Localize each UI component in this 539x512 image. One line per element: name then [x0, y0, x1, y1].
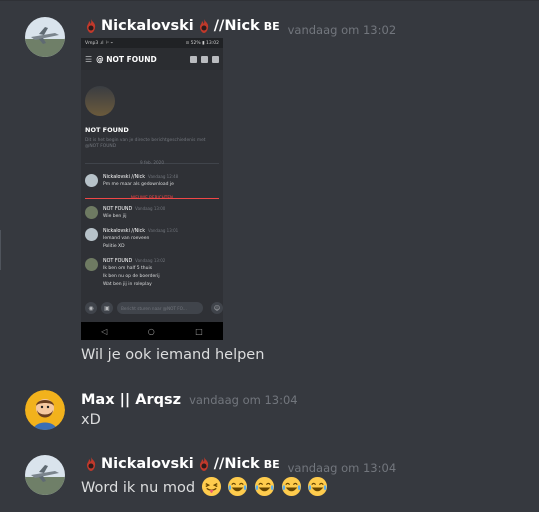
phone-avatar — [85, 258, 98, 271]
profile-subtitle: Dit is het begin van je directe berichtg… — [85, 138, 206, 149]
username[interactable]: Max || Arqsz — [81, 392, 181, 408]
phone-avatar — [85, 206, 98, 219]
username-text: Nickalovski — [101, 456, 194, 472]
tongue-out-emoji — [201, 476, 221, 497]
new-messages-label: NIEUWE BERICHTEN — [130, 195, 174, 200]
laughing-emoji — [228, 476, 248, 497]
emoji-icon: ☺ — [211, 302, 223, 314]
phone-author: NOT FOUND Vandaag 13:02 — [103, 258, 166, 264]
avatar[interactable] — [25, 17, 65, 57]
message-text: xD — [81, 412, 101, 428]
username[interactable]: Nickalovski //Nick BE — [81, 18, 280, 34]
phone-author: Nickalovski //Nick Vandaag 13:01 — [103, 228, 179, 234]
timestamp: vandaag om 13:04 — [287, 461, 397, 475]
phone-avatar — [85, 228, 98, 241]
flame-icon — [199, 457, 208, 471]
flag-badge: BE — [263, 19, 280, 33]
phone-input-bar: ◉ ▣ Bericht sturen naar @NOT FO... ☺ — [81, 296, 223, 320]
phone-message-line: Pm me maar als gedownload je — [103, 182, 174, 187]
message-header: Max || Arqsz vandaag om 13:04 — [81, 392, 298, 408]
flame-icon — [86, 457, 96, 471]
username[interactable]: Nickalovski //Nick BE — [81, 456, 280, 472]
phone-channel-title: @ NOT FOUND — [96, 54, 157, 64]
username-suffix: //Nick — [213, 456, 260, 472]
laughing-emoji — [281, 476, 301, 497]
call-icon — [190, 55, 197, 63]
message-text: Wil je ook iemand helpen — [81, 347, 265, 363]
video-icon — [201, 55, 208, 63]
avatar[interactable] — [25, 455, 65, 495]
username-text: Nickalovski — [101, 18, 194, 34]
phone-message-line: Politie XD — [103, 244, 125, 249]
date-divider-label: 9 feb. 2020 — [139, 160, 165, 165]
phone-nav-bar: ◁ ○ □ — [81, 322, 223, 340]
phone-message-line: Iemand van roeveen — [103, 236, 150, 241]
flame-icon — [199, 19, 208, 33]
top-divider — [0, 0, 539, 1]
avatar[interactable] — [25, 390, 65, 430]
back-icon: ◁ — [101, 326, 108, 336]
home-icon: ○ — [147, 326, 155, 336]
phone-avatar — [85, 174, 98, 187]
status-left: Vmp3 .ıl ⚐ ⌁ — [85, 40, 114, 46]
flag-badge: BE — [263, 457, 280, 471]
scroll-indicator — [0, 230, 1, 270]
phone-message-line: Wie ben jij — [103, 214, 127, 219]
flame-icon — [86, 19, 96, 33]
timestamp: vandaag om 13:02 — [287, 23, 397, 37]
members-icon — [212, 55, 219, 63]
camera-icon: ◉ — [85, 302, 97, 314]
gallery-icon: ▣ — [101, 302, 113, 314]
message-text-row: Word ik nu mod — [81, 476, 328, 497]
phone-author: Nickalovski //Nick Vandaag 12:48 — [103, 174, 179, 180]
laughing-emoji — [254, 476, 274, 497]
laughing-emoji — [308, 476, 328, 497]
phone-message-field: Bericht sturen naar @NOT FO... — [117, 302, 203, 314]
status-right: ⊙ 52% ▮ 13:02 — [185, 40, 219, 46]
message-text: Word ik nu mod — [81, 480, 196, 496]
phone-message-line: Ik ben nu op de boerderij — [103, 274, 160, 279]
phone-author: NOT FOUND Vandaag 13:00 — [103, 206, 166, 212]
phone-status-bar: Vmp3 .ıl ⚐ ⌁ ⊙ 52% ▮ 13:02 — [81, 38, 223, 48]
message-header: Nickalovski //Nick BE vandaag om 13:04 — [81, 456, 396, 475]
recents-icon: □ — [195, 326, 203, 336]
phone-message-line: Wat ben jij in roleplay — [103, 282, 152, 287]
menu-icon: ☰ — [85, 54, 93, 64]
phone-message-line: Ik ben om half 5 thuis — [103, 266, 153, 271]
timestamp: vandaag om 13:04 — [189, 393, 298, 407]
username-suffix: //Nick — [213, 18, 260, 34]
profile-avatar — [85, 86, 115, 116]
message-header: Nickalovski //Nick BE vandaag om 13:02 — [81, 18, 396, 37]
image-attachment[interactable]: Vmp3 .ıl ⚐ ⌁ ⊙ 52% ▮ 13:02 ☰ @ NOT FOUND… — [81, 38, 223, 340]
profile-name: NOT FOUND — [85, 126, 129, 134]
phone-top-bar: ☰ @ NOT FOUND — [81, 48, 223, 70]
